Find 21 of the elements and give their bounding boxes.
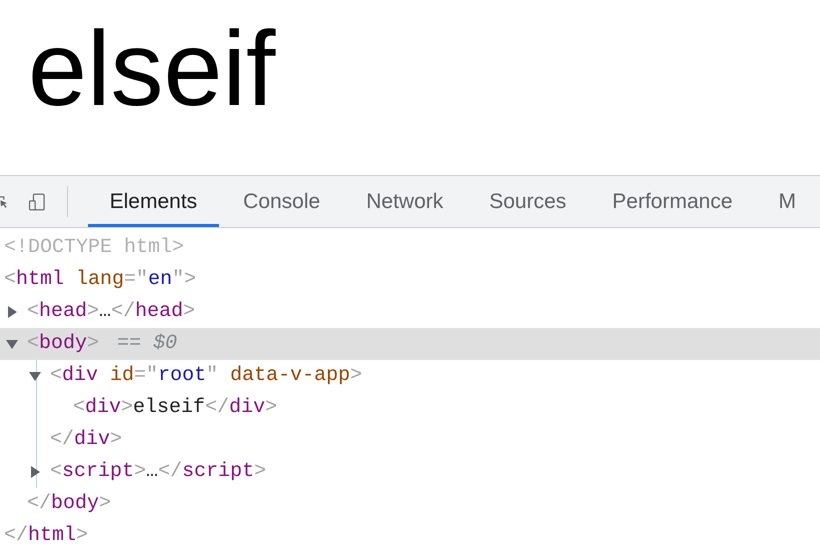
dom-node-line[interactable]: </div>	[50, 428, 122, 451]
devtools-tab[interactable]: Performance	[590, 176, 755, 227]
devtools-tab[interactable]: Elements	[88, 176, 220, 227]
dom-node-line[interactable]: <script>…</script>	[50, 460, 266, 483]
devtools-tab[interactable]: Console	[221, 176, 342, 227]
devtools-tab[interactable]: Sources	[467, 176, 588, 227]
dom-node-line[interactable]: <div id="root" data-v-app>	[50, 364, 362, 387]
dom-node-line[interactable]: <div>elseif</div>	[73, 396, 278, 419]
expanded-triangle-icon[interactable]	[6, 338, 18, 350]
dom-node-line[interactable]: <head>…</head>	[27, 300, 196, 323]
dom-node-line[interactable]: </body>	[27, 492, 112, 515]
devtools-tab[interactable]: Network	[344, 176, 466, 227]
collapsed-triangle-icon[interactable]	[29, 466, 41, 478]
dom-node-line[interactable]: <html lang="en">	[4, 268, 196, 291]
page-heading: elseif	[27, 9, 277, 122]
selected-node-marker: == $0	[117, 332, 178, 355]
collapsed-triangle-icon[interactable]	[6, 306, 18, 318]
dom-node-line[interactable]: <body>	[27, 332, 100, 355]
dom-node-line[interactable]: </html>	[4, 524, 88, 547]
devtools-tab[interactable]: M	[756, 176, 818, 227]
expanded-triangle-icon[interactable]	[29, 370, 41, 382]
